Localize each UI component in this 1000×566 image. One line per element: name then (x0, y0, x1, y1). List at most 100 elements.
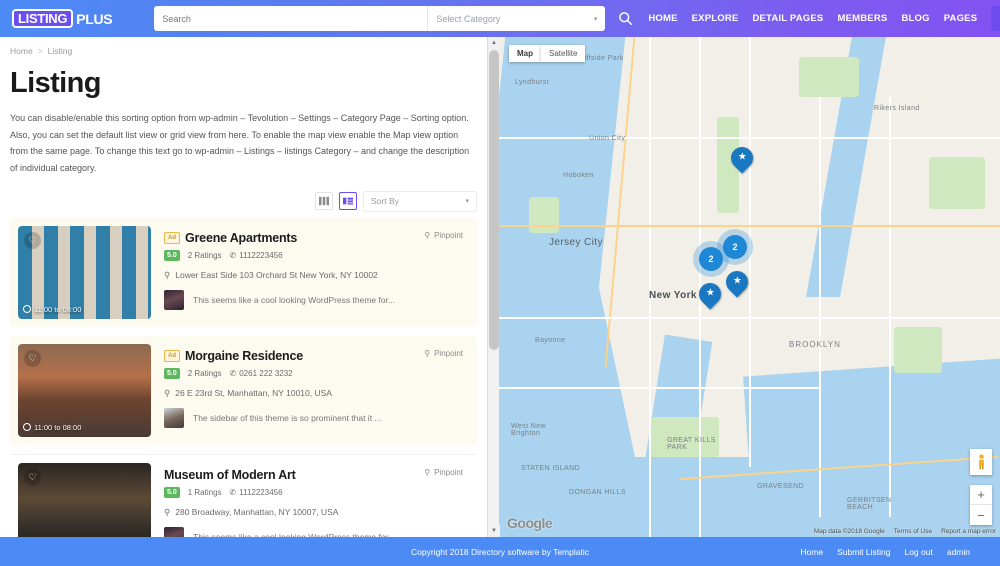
category-select-value: Select Category (436, 13, 501, 24)
map-label: Hoboken (563, 172, 594, 179)
listing-address: ⚲ 280 Broadway, Manhattan, NY 10007, USA (164, 507, 469, 518)
logo-primary-text: LISTING (12, 9, 74, 28)
map-data-attribution: Map data ©2018 Google (813, 528, 885, 535)
listing-card[interactable]: ♡ 11:00 to 08:00 ⚲ Pinpoint Ad (10, 335, 477, 445)
star-icon: ★ (732, 276, 742, 287)
site-header: LISTING PLUS Select Category ▾ HOME EXPL… (0, 0, 1000, 37)
search-icon[interactable] (616, 10, 634, 28)
list-view-icon[interactable] (339, 192, 357, 211)
grid-view-icon[interactable] (315, 192, 333, 211)
map-park (799, 57, 859, 97)
sort-by-select[interactable]: Sort By ▾ (363, 190, 477, 212)
map-report-link[interactable]: Report a map error (941, 528, 996, 535)
listing-phone[interactable]: ✆ 1112223456 (230, 488, 283, 497)
footer-link-submit-listing[interactable]: Submit Listing (837, 547, 890, 557)
listing-address-text: Lower East Side 103 Orchard St New York,… (175, 270, 378, 281)
footer-nav: Home Submit Listing Log out admin (800, 547, 970, 557)
listing-address-text: 26 E 23rd St, Manhattan, NY 10010, USA (175, 388, 332, 399)
listing-title[interactable]: Morgaine Residence (185, 349, 303, 363)
listing-thumbnail[interactable]: ♡ 11:00 to 08:00 (18, 462, 151, 537)
map-type-satellite-button[interactable]: Satellite (541, 45, 586, 62)
nav-item-members[interactable]: MEMBERS (837, 13, 887, 24)
map-marker-pin[interactable]: ★ (726, 142, 758, 177)
listing-hours-text: 11:00 to 08:00 (34, 304, 82, 314)
rating-count: 2 Ratings (187, 250, 222, 260)
avatar (164, 526, 184, 537)
zoom-out-button[interactable]: − (970, 505, 992, 525)
map-label: DONGAN HILLS (569, 489, 626, 496)
rating-badge: 5.0 (164, 249, 180, 261)
breadcrumb-home[interactable]: Home (10, 46, 33, 56)
favorite-heart-icon[interactable]: ♡ (24, 468, 41, 486)
listing-phone[interactable]: ✆ 1112223456 (230, 251, 283, 260)
favorite-heart-icon[interactable]: ♡ (24, 349, 41, 367)
map-label: GREAT KILLS PARK (667, 437, 716, 451)
map-type-map-button[interactable]: Map (509, 45, 541, 62)
site-logo[interactable]: LISTING PLUS (12, 9, 113, 28)
map-panel[interactable]: Cliffside Park Lyndhurst Rikers Island U… (499, 37, 1000, 537)
listing-address: ⚲ Lower East Side 103 Orchard St New Yor… (164, 270, 469, 281)
map-road (499, 387, 819, 389)
map-label: West New Brighton (511, 423, 546, 437)
header-search: Select Category ▾ (154, 6, 634, 31)
map-park (929, 157, 985, 209)
listing-phone-text: 1112223456 (239, 487, 283, 497)
map-road (749, 37, 751, 467)
page-scrollbar[interactable]: ▲ ▼ (487, 37, 500, 537)
pinpoint-button[interactable]: ⚲ Pinpoint (424, 468, 463, 477)
map-type-control: Map Satellite (509, 45, 586, 62)
chevron-down-icon: ▾ (593, 15, 598, 23)
nav-item-home[interactable]: HOME (648, 13, 677, 24)
pinpoint-button[interactable]: ⚲ Pinpoint (424, 231, 463, 240)
scrollbar-thumb[interactable] (489, 50, 499, 350)
map-road (499, 137, 1000, 139)
map-label: Jersey City (549, 237, 603, 248)
map-park (529, 197, 559, 233)
site-footer: Copyright 2018 Directory software by Tem… (0, 537, 1000, 566)
map-label: New York (649, 290, 697, 301)
page-root: LISTING PLUS Select Category ▾ HOME EXPL… (0, 0, 1000, 566)
scroll-up-arrow-icon[interactable]: ▲ (488, 37, 500, 49)
phone-icon: ✆ (229, 487, 237, 497)
listing-title[interactable]: Greene Apartments (185, 231, 297, 245)
listing-card[interactable]: ♡ 11:00 to 08:00 ⚲ Pinpoint Ad (10, 217, 477, 327)
map-marker-cluster[interactable]: 2 (699, 247, 723, 271)
map-pin-icon: ⚲ (164, 387, 171, 398)
scroll-down-arrow-icon[interactable]: ▼ (488, 525, 500, 537)
listing-phone[interactable]: ✆ 0261 222 3232 (230, 369, 293, 378)
footer-link-admin[interactable]: admin (947, 547, 970, 557)
listing-review-text: This seems like a cool looking WordPress… (193, 294, 396, 305)
nav-item-pages[interactable]: PAGES (944, 13, 978, 24)
add-listing-button[interactable]: Add Listing (991, 6, 1000, 31)
favorite-heart-icon[interactable]: ♡ (24, 231, 41, 249)
listing-address: ⚲ 26 E 23rd St, Manhattan, NY 10010, USA (164, 388, 469, 399)
nav-item-detail-pages[interactable]: DETAIL PAGES (752, 13, 823, 24)
listing-column: Home > Listing Listing You can disable/ena… (0, 37, 487, 537)
map-marker-pin[interactable]: ★ (721, 266, 753, 301)
zoom-in-button[interactable]: + (970, 485, 992, 505)
map-marker-cluster[interactable]: 2 (723, 235, 747, 259)
listing-cards: ♡ 11:00 to 08:00 ⚲ Pinpoint Ad Greene Ap… (10, 217, 477, 537)
rating-count: 1 Ratings (187, 487, 222, 497)
nav-item-explore[interactable]: EXPLORE (692, 13, 739, 24)
listing-title[interactable]: Museum of Modern Art (164, 468, 296, 482)
map-terms-link[interactable]: Terms of Use (894, 528, 932, 535)
street-view-pegman-icon[interactable] (970, 449, 992, 475)
category-select[interactable]: Select Category ▾ (427, 6, 606, 31)
map-marker-pin[interactable]: ★ (694, 278, 726, 313)
listing-review-text: The sidebar of this theme is so prominen… (193, 412, 382, 423)
listing-thumbnail[interactable]: ♡ 11:00 to 08:00 (18, 343, 151, 437)
listing-hours-text: 11:00 to 08:00 (34, 422, 82, 432)
nav-item-blog[interactable]: BLOG (901, 13, 929, 24)
map-road (499, 317, 1000, 319)
footer-link-log-out[interactable]: Log out (904, 547, 932, 557)
listing-thumbnail[interactable]: ♡ 11:00 to 08:00 (18, 225, 151, 319)
listing-card[interactable]: ♡ 11:00 to 08:00 ⚲ Pinpoint Museum of Mo… (10, 453, 477, 537)
map-label: Bayonne (535, 337, 566, 344)
map-label: Lyndhurst (515, 79, 550, 86)
rating-badge: 5.0 (164, 486, 180, 498)
page-description: You can disable/enable this sorting opti… (10, 113, 470, 173)
pinpoint-button[interactable]: ⚲ Pinpoint (424, 349, 463, 358)
footer-link-home[interactable]: Home (800, 547, 823, 557)
search-input[interactable] (154, 6, 428, 31)
